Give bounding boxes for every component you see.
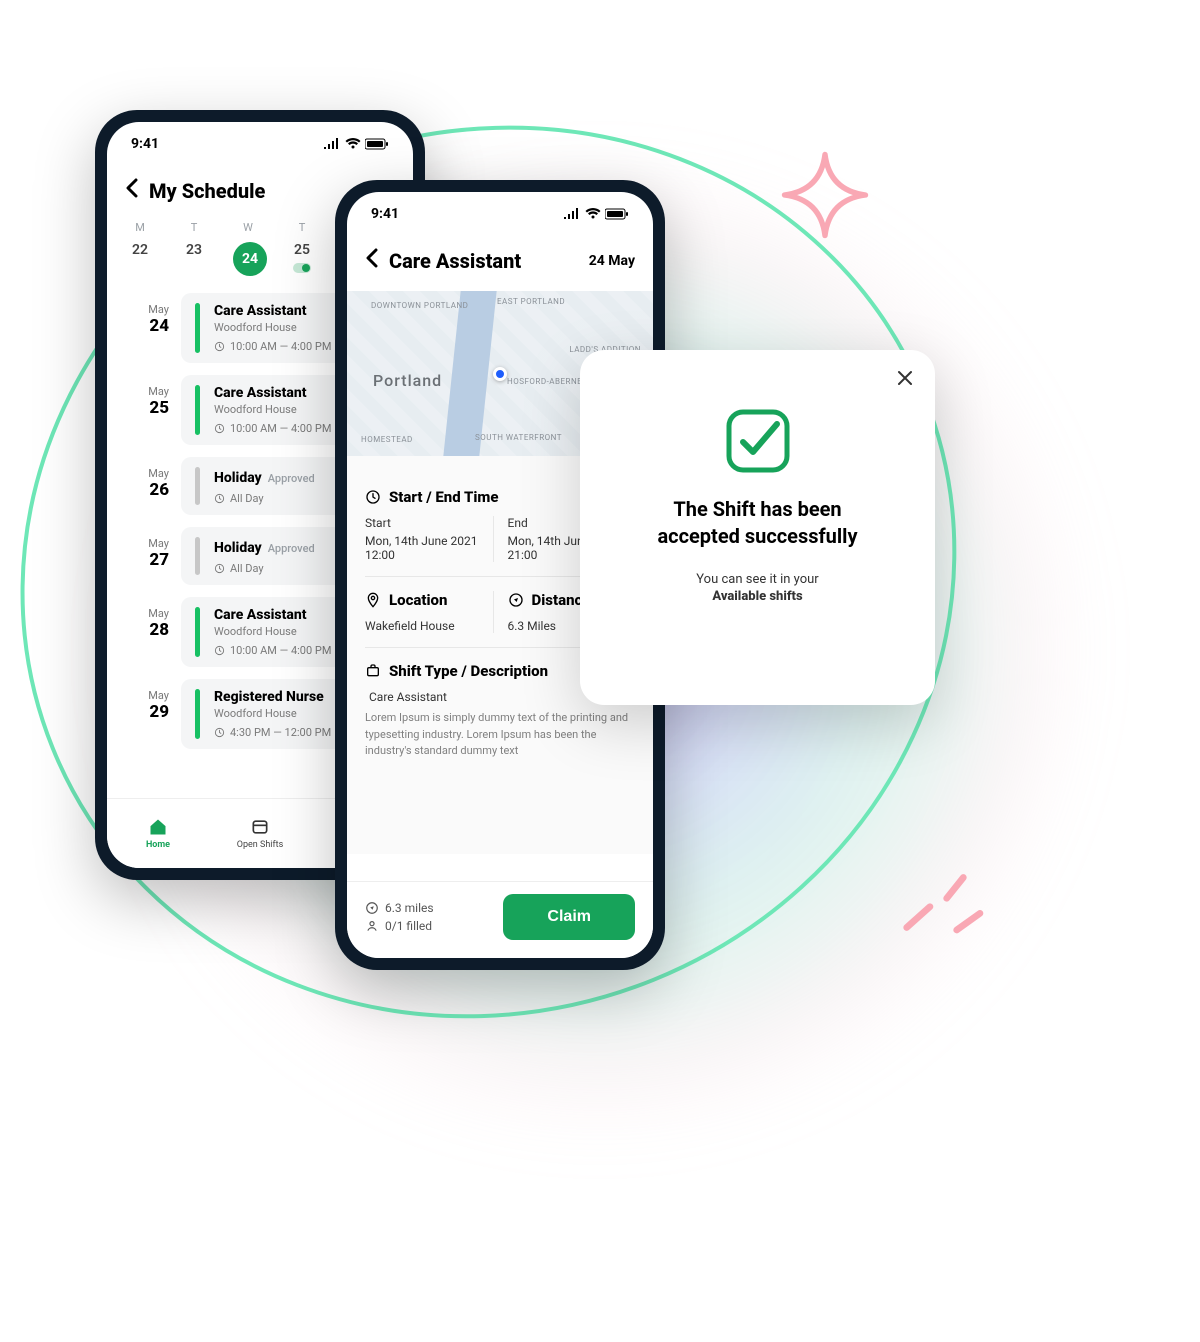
map-label: SOUTH WATERFRONT xyxy=(475,433,562,442)
shift-color-bar xyxy=(195,607,200,657)
holiday-title: Holiday xyxy=(214,470,262,486)
clock-icon xyxy=(214,563,225,574)
shift-title: Care Assistant xyxy=(214,303,331,319)
section-heading: Shift Type / Description xyxy=(389,662,548,680)
clock-icon xyxy=(365,489,381,505)
section-heading: Start / End Time xyxy=(389,488,499,506)
shift-description: Lorem Ipsum is simply dummy text of the … xyxy=(365,710,635,760)
status-time: 9:41 xyxy=(371,206,399,222)
cellular-icon xyxy=(563,208,581,220)
shift-location: Woodford House xyxy=(214,321,331,334)
shift-color-bar xyxy=(195,689,200,739)
map-river xyxy=(443,291,496,456)
start-label: Start xyxy=(365,516,483,530)
calendar-day[interactable]: T 25 xyxy=(287,221,317,277)
start-date: Mon, 14th June 2021 xyxy=(365,534,483,548)
start-time: 12:00 xyxy=(365,548,483,562)
home-icon xyxy=(148,817,168,837)
box-icon xyxy=(250,817,270,837)
schedule-date: May 25 xyxy=(125,385,169,418)
back-button[interactable] xyxy=(365,248,379,273)
compass-icon xyxy=(508,592,524,608)
status-bar: 9:41 xyxy=(107,122,413,166)
schedule-date: May 28 xyxy=(125,607,169,640)
map-label: HOMESTEAD xyxy=(361,435,413,444)
footer-distance: 6.3 miles xyxy=(365,901,434,915)
schedule-date: May 27 xyxy=(125,537,169,570)
checkmark-icon xyxy=(723,406,793,476)
schedule-date: May 26 xyxy=(125,467,169,500)
shift-color-bar xyxy=(195,537,200,575)
status-bar: 9:41 xyxy=(347,192,653,236)
map-label: EAST PORTLAND xyxy=(497,297,565,306)
cellular-icon xyxy=(323,138,341,150)
section-heading: Location xyxy=(389,591,447,609)
schedule-date: May 24 xyxy=(125,303,169,336)
schedule-date: May 29 xyxy=(125,689,169,722)
claim-bar: 6.3 miles 0/1 filled Claim xyxy=(347,881,653,958)
wifi-icon xyxy=(345,138,361,150)
holiday-status: Approved xyxy=(268,472,315,485)
success-modal: The Shift has been accepted successfully… xyxy=(580,350,935,705)
clock-icon xyxy=(214,727,225,738)
tab-open-shifts[interactable]: Open Shifts xyxy=(209,799,311,868)
success-title: The Shift has been accepted successfully xyxy=(606,496,909,550)
success-hint: You can see it in your Available shifts xyxy=(606,572,909,604)
shift-location: Woodford House xyxy=(214,403,331,416)
page-title: Care Assistant xyxy=(389,249,521,273)
close-icon xyxy=(895,368,915,388)
status-time: 9:41 xyxy=(131,136,159,152)
chevron-left-icon xyxy=(365,248,379,268)
location-value: Wakefield House xyxy=(365,619,483,633)
clock-icon xyxy=(214,423,225,434)
sparkle-lines-icon xyxy=(890,830,990,950)
claim-button[interactable]: Claim xyxy=(503,894,635,940)
page-title: My Schedule xyxy=(149,179,265,203)
back-button[interactable] xyxy=(125,178,139,203)
shift-color-bar xyxy=(195,385,200,435)
shift-location: Woodford House xyxy=(214,707,331,720)
holiday-status: Approved xyxy=(268,542,315,555)
tab-home[interactable]: Home xyxy=(107,799,209,868)
person-icon xyxy=(365,919,379,933)
clock-icon xyxy=(214,341,225,352)
compass-icon xyxy=(365,901,379,915)
shift-title: Registered Nurse xyxy=(214,689,331,705)
availability-toggle[interactable] xyxy=(293,263,311,273)
calendar-day-active[interactable]: W 24 xyxy=(233,221,263,277)
shift-title: Care Assistant xyxy=(214,607,331,623)
shift-color-bar xyxy=(195,467,200,505)
calendar-day[interactable]: T 23 xyxy=(179,221,209,277)
battery-icon xyxy=(605,208,629,220)
shift-location: Woodford House xyxy=(214,625,331,638)
holiday-title: Holiday xyxy=(214,540,262,556)
calendar-day[interactable]: M 22 xyxy=(125,221,155,277)
map-pin xyxy=(493,367,507,381)
sparkle-icon xyxy=(780,150,870,240)
header-date: 24 May xyxy=(589,253,635,269)
footer-filled: 0/1 filled xyxy=(365,919,434,933)
clock-icon xyxy=(214,493,225,504)
location-pin-icon xyxy=(365,592,381,608)
map-city-label: Portland xyxy=(373,371,442,390)
battery-icon xyxy=(365,138,389,150)
clock-icon xyxy=(214,645,225,656)
chevron-left-icon xyxy=(125,178,139,198)
shift-title: Care Assistant xyxy=(214,385,331,401)
wifi-icon xyxy=(585,208,601,220)
briefcase-icon xyxy=(365,663,381,679)
shift-color-bar xyxy=(195,303,200,353)
map-label: DOWNTOWN PORTLAND xyxy=(371,301,468,310)
close-button[interactable] xyxy=(895,368,915,392)
